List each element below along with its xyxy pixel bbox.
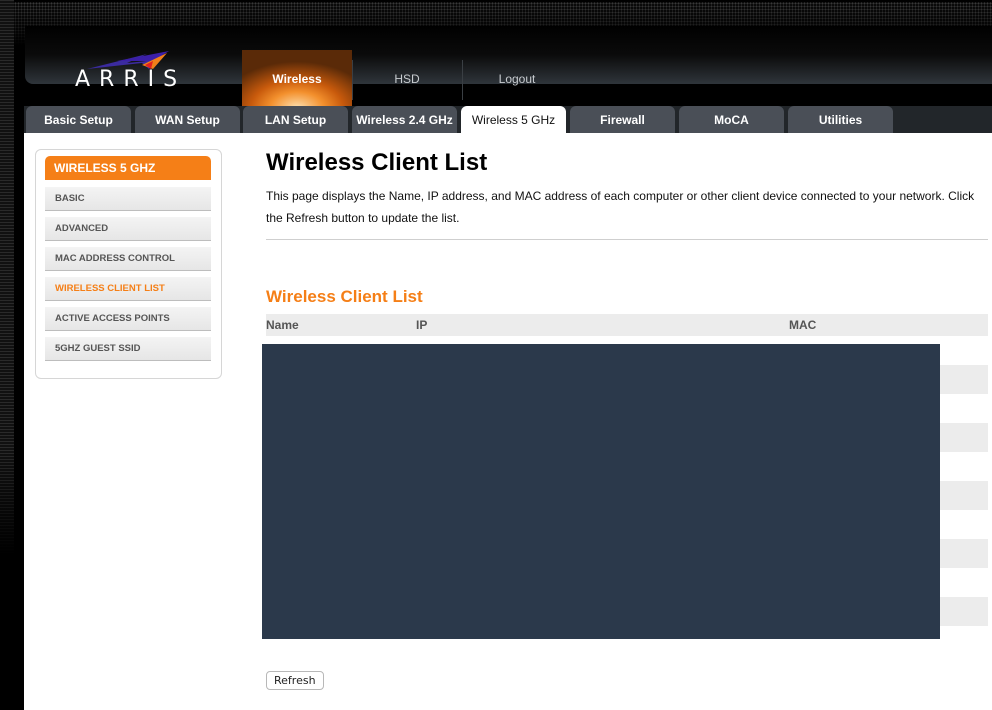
sidebar-item-active-access-points[interactable]: ACTIVE ACCESS POINTS: [45, 307, 211, 331]
divider: [266, 239, 988, 240]
tab-basic-setup[interactable]: Basic Setup: [26, 106, 131, 133]
arris-logo[interactable]: ARRIS: [75, 51, 187, 92]
content-area: WIRELESS 5 GHZ BASIC ADVANCED MAC ADDRES…: [24, 133, 992, 710]
column-name: Name: [266, 318, 299, 332]
column-ip: IP: [416, 318, 428, 332]
tab-wan-setup[interactable]: WAN Setup: [135, 106, 240, 133]
tab-bar: Basic Setup WAN Setup LAN Setup Wireless…: [24, 106, 992, 133]
header-bar: ARRIS Wireless HSD Logout: [25, 26, 992, 108]
client-table-header: Name IP MAC: [266, 314, 988, 336]
column-mac: MAC: [789, 318, 817, 332]
section-title: Wireless Client List: [266, 287, 423, 306]
sidebar-item-5ghz-guest-ssid[interactable]: 5GHZ GUEST SSID: [45, 337, 211, 361]
sidebar-item-basic[interactable]: BASIC: [45, 187, 211, 211]
tab-firewall[interactable]: Firewall: [570, 106, 675, 133]
nav-logout[interactable]: Logout: [462, 50, 572, 108]
sidebar-item-mac-address-control[interactable]: MAC ADDRESS CONTROL: [45, 247, 211, 271]
redaction-block: [262, 344, 940, 639]
window-edge-fade: [0, 450, 14, 710]
refresh-button[interactable]: Refresh: [266, 671, 324, 690]
sidebar: WIRELESS 5 GHZ BASIC ADVANCED MAC ADDRES…: [35, 149, 222, 379]
tab-lan-setup[interactable]: LAN Setup: [243, 106, 348, 133]
nav-hsd[interactable]: HSD: [352, 50, 462, 108]
page-description: This page displays the Name, IP address,…: [266, 189, 975, 225]
sidebar-title: WIRELESS 5 GHZ: [45, 156, 211, 180]
header: ARRIS Wireless HSD Logout: [14, 2, 992, 108]
page-title: Wireless Client List: [266, 149, 488, 176]
nav-wireless[interactable]: Wireless: [242, 50, 352, 108]
sidebar-item-wireless-client-list[interactable]: WIRELESS CLIENT LIST: [45, 277, 211, 301]
tab-wireless-5ghz[interactable]: Wireless 5 GHz: [461, 106, 566, 133]
tab-utilities[interactable]: Utilities: [788, 106, 893, 133]
sidebar-item-advanced[interactable]: ADVANCED: [45, 217, 211, 241]
tab-wireless-24ghz[interactable]: Wireless 2.4 GHz: [352, 106, 457, 133]
logo-text: ARRIS: [75, 67, 187, 92]
tab-moca[interactable]: MoCA: [679, 106, 784, 133]
